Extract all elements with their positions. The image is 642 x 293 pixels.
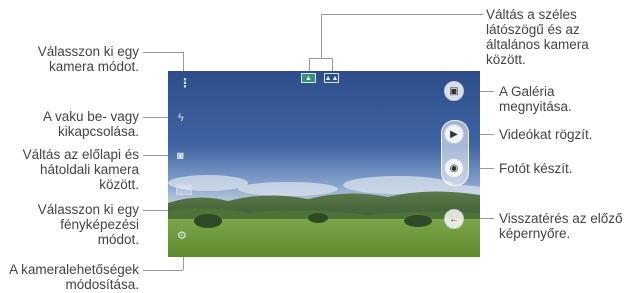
flash-off-icon[interactable]: ϟ [178, 112, 184, 124]
callout-back: Visszatérés az előző képernyőre. [499, 211, 623, 241]
camera-shutter-icon[interactable]: ◉ [444, 158, 464, 178]
callout-switch-camera: Váltás az előlapi és hátoldali kamera kö… [22, 147, 139, 192]
wide-angle-icon[interactable]: ▲▲ [324, 73, 339, 83]
photo-mode-icon[interactable] [176, 184, 192, 195]
leader-wide-top [321, 14, 483, 15]
leader-wide-stem [321, 14, 322, 58]
back-arrow-icon[interactable]: ← [444, 209, 464, 229]
callout-mode-select: Válasszon ki egy kamera módot. [37, 44, 139, 74]
gallery-icon[interactable]: ▣ [444, 81, 464, 101]
leader-mode-select [143, 52, 183, 53]
callout-take-photo: Fotót készít. [499, 161, 573, 176]
callout-wide-angle: Váltás a széles látószögű és az általáno… [486, 7, 589, 67]
callout-camera-options: A kameralehetőségek módosítása. [9, 262, 139, 292]
more-vertical-icon[interactable]: ⋮ [179, 76, 191, 90]
video-camera-icon[interactable]: ▶ [444, 124, 464, 144]
switch-camera-icon[interactable]: ◙ [177, 150, 184, 162]
landscape-background [168, 175, 480, 257]
callout-record-video: Videókat rögzít. [499, 127, 593, 142]
callout-gallery: A Galéria megnyitása. [499, 84, 572, 114]
callout-photo-mode: Válasszon ki egy fényképezési módot. [37, 202, 139, 247]
callout-flash-toggle: A vaku be- vagy kikapcsolása. [42, 109, 139, 139]
normal-angle-icon[interactable]: ▲ [301, 73, 316, 83]
camera-preview[interactable]: ⋮ ϟ ◙ ⚙ ▲ ▲▲ ▣ ▶ ◉ ← [168, 71, 480, 257]
leader-wide-split [309, 58, 332, 59]
leader-settings [143, 270, 183, 271]
settings-icon[interactable]: ⚙ [177, 229, 187, 242]
